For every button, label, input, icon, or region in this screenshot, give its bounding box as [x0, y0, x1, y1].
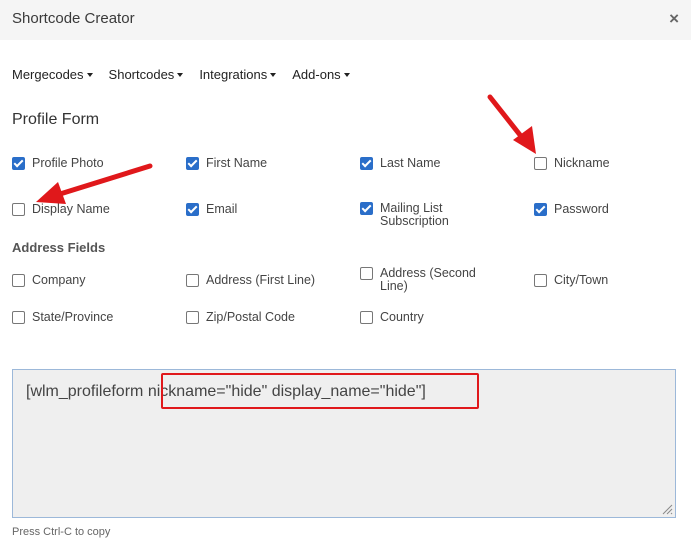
checkbox-company[interactable]: Company	[12, 274, 86, 287]
checkbox-label: Last Name	[380, 156, 441, 170]
checkbox-address-second-line[interactable]: Address (Second Line)	[360, 267, 490, 293]
close-icon[interactable]: ×	[669, 9, 679, 29]
checkbox-box[interactable]	[360, 311, 373, 324]
address-fields-title: Address Fields	[12, 240, 106, 255]
checkbox-first-name[interactable]: First Name	[186, 157, 267, 170]
checkbox-country[interactable]: Country	[360, 311, 424, 324]
checkbox-box[interactable]	[12, 311, 25, 324]
menu-integrations[interactable]: Integrations	[199, 67, 277, 82]
checkbox-box[interactable]	[12, 203, 25, 216]
checkbox-box[interactable]	[360, 157, 373, 170]
checkbox-box[interactable]	[186, 274, 199, 287]
shortcode-prefix: [wlm_profileform	[26, 383, 148, 400]
checkbox-box[interactable]	[534, 274, 547, 287]
checkbox-city-town[interactable]: City/Town	[534, 274, 608, 287]
checkbox-state-province[interactable]: State/Province	[12, 311, 113, 324]
checkbox-label: Email	[206, 202, 238, 216]
resize-grip-icon[interactable]	[661, 503, 673, 515]
annotation-arrow-icon	[487, 94, 536, 154]
caret-down-icon	[86, 72, 93, 77]
caret-down-icon	[270, 72, 277, 77]
checkbox-box[interactable]	[186, 311, 199, 324]
checkbox-label: Display Name	[32, 202, 110, 216]
checkbox-label: Country	[380, 310, 424, 324]
copy-hint: Press Ctrl-C to copy	[12, 526, 111, 538]
checkbox-label: Profile Photo	[32, 156, 104, 170]
menu-bar: Mergecodes Shortcodes Integrations Add-o…	[12, 67, 350, 82]
checkbox-box[interactable]	[360, 267, 373, 280]
menu-shortcodes-label: Shortcodes	[108, 67, 175, 82]
caret-down-icon	[343, 72, 350, 77]
checkbox-mailing-list[interactable]: Mailing List Subscription	[360, 202, 490, 228]
modal-title: Shortcode Creator	[12, 10, 135, 27]
checkbox-box[interactable]	[12, 274, 25, 287]
checkbox-label: State/Province	[32, 310, 114, 324]
checkbox-box[interactable]	[12, 157, 25, 170]
checkbox-box[interactable]	[534, 157, 547, 170]
checkbox-label: Password	[554, 202, 609, 216]
profile-form-title: Profile Form	[12, 111, 100, 128]
checkbox-display-name[interactable]: Display Name	[12, 203, 110, 216]
menu-mergecodes[interactable]: Mergecodes	[12, 67, 93, 82]
checkbox-label: First Name	[206, 156, 268, 170]
shortcode-attributes: nickname="hide" display_name="hide"]	[147, 383, 426, 400]
menu-integrations-label: Integrations	[199, 67, 268, 82]
menu-addons[interactable]: Add-ons	[292, 67, 350, 82]
caret-down-icon	[177, 72, 184, 77]
checkbox-label: Mailing List Subscription	[380, 201, 449, 228]
checkbox-address-first-line[interactable]: Address (First Line)	[186, 274, 315, 287]
checkbox-password[interactable]: Password	[534, 203, 609, 216]
menu-shortcodes[interactable]: Shortcodes	[109, 67, 184, 82]
checkbox-box[interactable]	[534, 203, 547, 216]
checkbox-label: Company	[32, 273, 86, 287]
checkbox-nickname[interactable]: Nickname	[534, 157, 610, 170]
checkbox-label: City/Town	[554, 273, 609, 287]
checkbox-label: Nickname	[554, 156, 610, 170]
shortcode-text: [wlm_profileform nickname="hide" display…	[26, 383, 426, 401]
checkbox-zip-postal-code[interactable]: Zip/Postal Code	[186, 311, 295, 324]
checkbox-label: Zip/Postal Code	[206, 310, 295, 324]
checkbox-profile-photo[interactable]: Profile Photo	[12, 157, 104, 170]
checkbox-label: Address (Second Line)	[380, 266, 476, 293]
menu-addons-label: Add-ons	[292, 67, 341, 82]
shortcode-output[interactable]: [wlm_profileform nickname="hide" display…	[12, 369, 676, 518]
checkbox-email[interactable]: Email	[186, 203, 237, 216]
checkbox-last-name[interactable]: Last Name	[360, 157, 440, 170]
modal-header: Shortcode Creator ×	[0, 0, 691, 40]
checkbox-box[interactable]	[186, 157, 199, 170]
checkbox-box[interactable]	[360, 202, 373, 215]
menu-mergecodes-label: Mergecodes	[12, 67, 84, 82]
checkbox-label: Address (First Line)	[206, 273, 316, 287]
checkbox-box[interactable]	[186, 203, 199, 216]
